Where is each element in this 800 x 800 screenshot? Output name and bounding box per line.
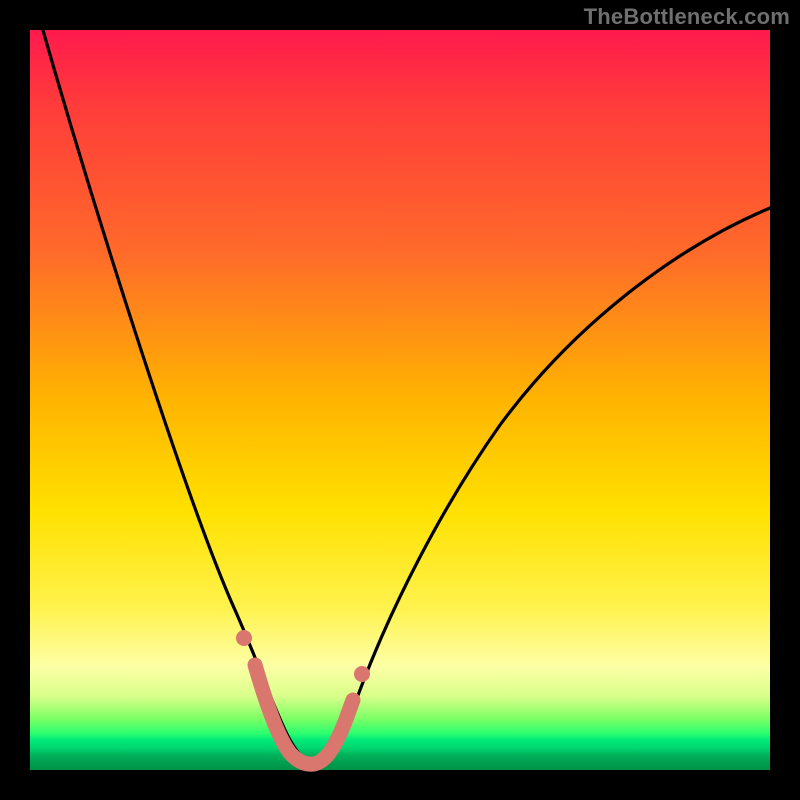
highlight-dot-left	[236, 630, 252, 646]
outer-frame: TheBottleneck.com	[0, 0, 800, 800]
watermark-text: TheBottleneck.com	[584, 4, 790, 30]
highlight-dot-right	[354, 666, 370, 682]
highlight-segment	[255, 665, 353, 764]
bottleneck-curve	[40, 20, 770, 763]
chart-svg	[30, 30, 770, 770]
